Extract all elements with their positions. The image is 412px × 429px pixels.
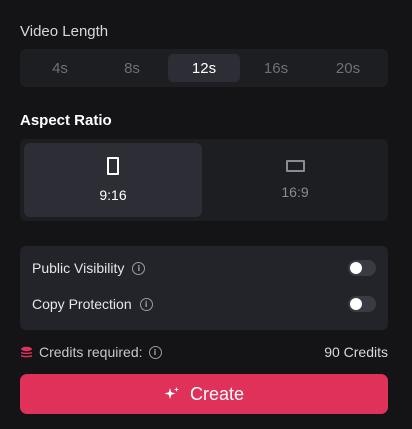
public-visibility-row: Public Visibility i [32,256,376,280]
public-visibility-label: Public Visibility [32,260,125,276]
toggle-knob [350,298,362,310]
info-icon[interactable]: i [132,261,146,275]
aspect-ratio-selector: 9:16 16:9 [20,139,388,221]
portrait-rect-icon [107,157,119,175]
credits-label: Credits required: [39,344,143,360]
copy-protection-label: Copy Protection [32,296,132,312]
aspect-ratio-label: Aspect Ratio [20,112,112,129]
video-length-option-4s[interactable]: 4s [24,54,96,82]
public-visibility-toggle[interactable] [348,260,376,276]
copy-protection-toggle[interactable] [348,296,376,312]
video-length-label: Video Length [20,23,109,40]
create-button[interactable]: Create [20,374,388,414]
settings-panel: Public Visibility i Copy Protection i [20,246,388,330]
video-length-selector: 4s 8s 12s 16s 20s [20,49,388,87]
info-icon[interactable]: i [139,297,153,311]
create-button-label: Create [189,383,245,404]
landscape-rect-icon [285,160,305,172]
info-icon[interactable]: i [148,345,162,359]
aspect-ratio-option-label: 9:16 [99,187,127,203]
aspect-ratio-option-label: 16:9 [281,184,309,200]
video-length-option-8s[interactable]: 8s [96,54,168,82]
sparkle-icon [164,387,179,399]
stack-icon [21,346,32,357]
copy-protection-row: Copy Protection i [32,292,376,316]
video-length-option-12s[interactable]: 12s [168,54,240,82]
credits-value: 90 Credits [324,344,388,360]
video-length-option-16s[interactable]: 16s [240,54,312,82]
aspect-ratio-option-9-16[interactable]: 9:16 [24,143,202,217]
aspect-ratio-option-16-9[interactable]: 16:9 [206,143,384,217]
video-length-option-20s[interactable]: 20s [312,54,384,82]
credits-row: Credits required: i 90 Credits [20,342,388,362]
toggle-knob [350,262,362,274]
